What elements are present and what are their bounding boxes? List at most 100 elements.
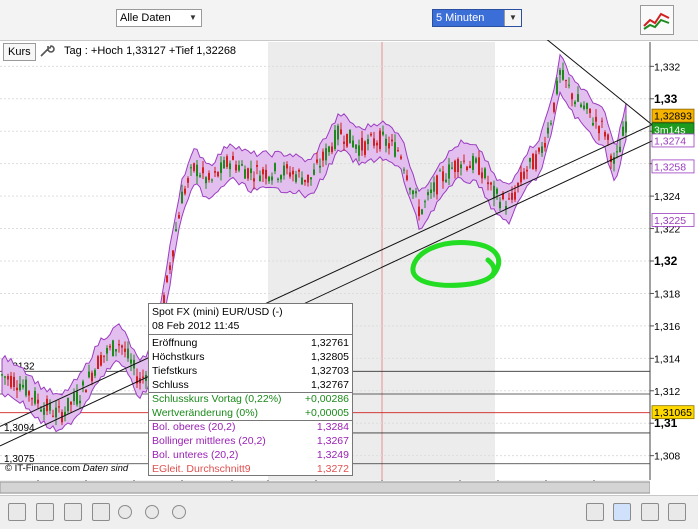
candle-body <box>583 105 585 109</box>
tooltip-row-label: Bol. oberes (20,2) <box>152 421 236 433</box>
candle-body <box>67 397 69 412</box>
candle-body <box>4 376 6 378</box>
price-label-text: 1,3274 <box>654 135 686 147</box>
candle-body <box>121 345 123 348</box>
candle-body <box>433 182 435 192</box>
candle-body <box>571 93 573 100</box>
bottom-toolbar <box>0 495 698 529</box>
candle-body <box>370 133 372 136</box>
y-tick-label: 1,32 <box>654 254 678 268</box>
trash-icon[interactable] <box>64 503 82 521</box>
chart-type-icon[interactable] <box>640 5 674 35</box>
save-icon[interactable] <box>8 503 26 521</box>
candle-body <box>220 162 222 174</box>
candle-body <box>247 168 249 179</box>
candle-body <box>553 102 555 112</box>
interval-select[interactable]: 5 Minuten ▼ <box>432 9 522 27</box>
top-toolbar: Alle Daten ▼ 5 Minuten ▼ <box>0 0 698 41</box>
candle-body <box>34 391 36 404</box>
chevron-down-icon: ▼ <box>504 10 521 26</box>
tooltip-row-label: Bollinger mittleres (20,2) <box>152 435 266 447</box>
kurs-tab[interactable]: Kurs <box>3 43 36 61</box>
candle-body <box>208 173 210 180</box>
tooltip-row-value: 1,32703 <box>311 365 349 377</box>
candle-body <box>340 129 342 135</box>
candle-body <box>466 166 468 171</box>
candle-body <box>82 381 84 386</box>
candle-body <box>352 140 354 148</box>
y-tick-label: 1,312 <box>654 386 680 398</box>
candle-body <box>283 165 285 176</box>
print-icon[interactable] <box>36 503 54 521</box>
tooltip-row-label: Tiefstkurs <box>152 365 198 377</box>
candle-body <box>199 175 201 177</box>
candle-body <box>406 175 408 180</box>
candle-body <box>358 145 360 156</box>
candle-body <box>190 167 192 169</box>
candle-body <box>172 250 174 257</box>
data-range-select[interactable]: Alle Daten ▼ <box>116 9 202 27</box>
candle-body <box>562 69 564 80</box>
arrow-right-icon[interactable] <box>172 505 186 519</box>
candle-body <box>331 146 333 153</box>
copyright-text: © IT-Finance.com <box>5 463 81 474</box>
candle-body <box>286 164 288 169</box>
candle-body <box>409 188 411 190</box>
candle-body <box>523 171 525 179</box>
zoom-select-icon[interactable] <box>613 503 631 521</box>
candle-body <box>439 170 441 172</box>
arrow-left-icon[interactable] <box>118 505 132 519</box>
candle-body <box>43 407 45 415</box>
candle-body <box>58 406 60 408</box>
tooltip-row-value: +0,00286 <box>304 393 349 405</box>
candle-body <box>223 160 225 169</box>
candle-body <box>589 108 591 114</box>
candle-body <box>268 176 270 182</box>
wrench-icon[interactable] <box>38 43 56 59</box>
candle-body <box>202 167 204 174</box>
tooltip-row-label: Schluss <box>152 379 189 391</box>
candle-body <box>610 155 612 163</box>
candle-body <box>385 138 387 146</box>
y-tick-label: 1,33 <box>654 92 678 106</box>
candle-body <box>559 70 561 75</box>
zoom-in-icon[interactable] <box>668 503 686 521</box>
candle-body <box>451 167 453 169</box>
candle-body <box>316 159 318 163</box>
candle-body <box>460 164 462 169</box>
tooltip-row: EGleit. Durchschnitt9 1,3272 <box>152 463 349 476</box>
candle-body <box>499 201 501 209</box>
candle-body <box>277 178 279 180</box>
candle-body <box>517 182 519 187</box>
tooltip-row-value: 1,32805 <box>311 351 349 363</box>
candle-body <box>622 126 624 136</box>
candle-body <box>457 159 459 173</box>
candle-body <box>109 345 111 348</box>
y-tick-label: 1,324 <box>654 191 680 203</box>
list-icon[interactable] <box>92 503 110 521</box>
arrow-left-icon[interactable] <box>145 505 159 519</box>
candle-body <box>448 164 450 179</box>
arrow-left-icon[interactable] <box>586 503 604 521</box>
candle-body <box>421 209 423 214</box>
tooltip-divider <box>149 334 352 335</box>
day-range-info: Tag : +Hoch 1,33127 +Tief 1,32268 <box>64 45 237 57</box>
candle-body <box>514 192 516 200</box>
tooltip-row-value: 1,3272 <box>316 463 349 475</box>
tooltip-row: Bollinger mittleres (20,2) 1,3267 <box>152 435 349 448</box>
candle-body <box>244 169 246 179</box>
scroll-thumb[interactable] <box>0 481 650 494</box>
tooltip-row: Schlusskurs Vortag (0,22%) +0,00286 <box>152 393 349 406</box>
zoom-out-icon[interactable] <box>641 503 659 521</box>
candle-body <box>580 104 582 107</box>
chevron-down-icon: ▼ <box>189 13 197 22</box>
time-scrollbar[interactable] <box>0 481 650 494</box>
tooltip-row-value: +0,00005 <box>304 407 349 419</box>
tooltip-row-label: Eröffnung <box>152 337 198 349</box>
candle-body <box>19 383 21 391</box>
candle-body <box>238 165 240 171</box>
candle-body <box>118 344 120 346</box>
candle-body <box>337 125 339 140</box>
candle-body <box>625 121 627 133</box>
candle-body <box>484 168 486 179</box>
